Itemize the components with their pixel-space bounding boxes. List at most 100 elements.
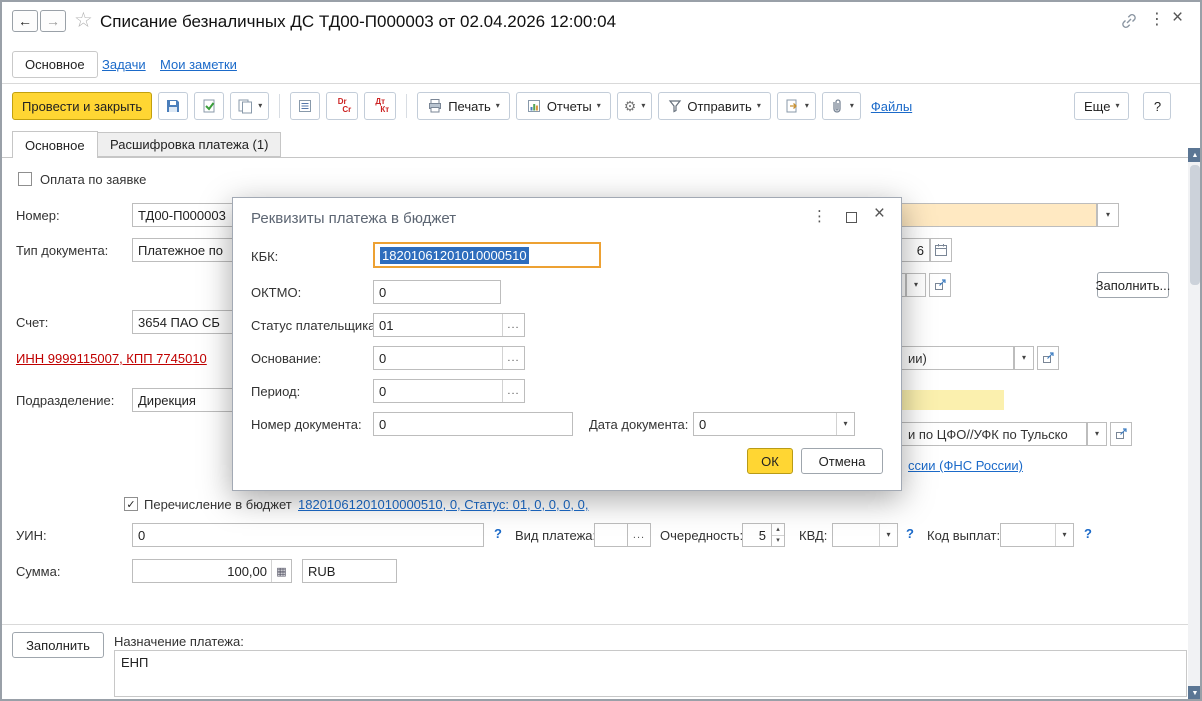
fns-link[interactable]: ссии (ФНС России): [908, 458, 1023, 473]
uin-field[interactable]: 0: [132, 523, 484, 547]
payment-kind-select-button[interactable]: ...: [627, 523, 651, 547]
fill-right-button[interactable]: Заполнить...: [1097, 272, 1169, 298]
basis-select-button[interactable]: ...: [502, 347, 524, 369]
kbk-selected-value: 18201061201010000510: [380, 247, 529, 264]
organization-dropdown-button[interactable]: ▾: [1014, 346, 1034, 370]
recipient-dropdown-button[interactable]: ▾: [1087, 422, 1107, 446]
nav-item-notes[interactable]: Мои заметки: [160, 57, 237, 72]
payout-code-field[interactable]: ▾: [1000, 523, 1074, 547]
send-document-button[interactable]: ▾: [777, 92, 816, 120]
budget-transfer-checkbox[interactable]: ✓: [124, 497, 138, 511]
priority-spinner[interactable]: ▴ ▾: [771, 523, 785, 547]
nav-item-main[interactable]: Основное: [12, 51, 98, 78]
ok-button[interactable]: ОК: [747, 448, 793, 474]
contract-open-button[interactable]: [929, 273, 951, 297]
chevron-down-icon: ▾: [757, 102, 761, 110]
copy-button[interactable]: ▾: [230, 92, 269, 120]
check-icon: ✓: [126, 498, 135, 511]
titlebar-menu-icon[interactable]: ⋮: [1149, 9, 1165, 29]
period-field[interactable]: 0 ...: [373, 379, 525, 403]
kvd-dropdown-button[interactable]: ▾: [879, 524, 897, 546]
files-link[interactable]: Файлы: [871, 99, 912, 114]
inn-kpp-link[interactable]: ИНН 9999115007, КПП 7745010: [16, 351, 207, 366]
get-link-icon[interactable]: [1120, 12, 1138, 30]
kvd-help-icon[interactable]: ?: [906, 526, 914, 541]
save-button[interactable]: [158, 92, 188, 120]
back-button[interactable]: ←: [12, 10, 38, 32]
help-button[interactable]: ?: [1143, 92, 1171, 120]
calculator-button[interactable]: ▦: [271, 560, 291, 582]
post-document-button[interactable]: [194, 92, 224, 120]
doc-date-field[interactable]: 0 ▾: [693, 412, 855, 436]
contract-dropdown-button[interactable]: ▾: [906, 273, 926, 297]
app-window: ← → ☆ Списание безналичных ДС ТД00-П0000…: [0, 0, 1202, 701]
dr-cr-movements-button[interactable]: DrCr: [326, 92, 358, 120]
pay-by-request-checkbox[interactable]: [18, 172, 32, 186]
kbk-field[interactable]: 18201061201010000510: [373, 242, 601, 268]
kvd-field[interactable]: ▾: [832, 523, 898, 547]
dialog-maximize-icon[interactable]: [846, 212, 857, 223]
printer-icon: [427, 98, 443, 114]
currency-field[interactable]: RUB: [302, 559, 397, 583]
scrollbar-thumb[interactable]: [1190, 165, 1200, 285]
fill-purpose-button[interactable]: Заполнить: [12, 632, 104, 658]
payer-status-field[interactable]: 01 ...: [373, 313, 525, 337]
cancel-button[interactable]: Отмена: [801, 448, 883, 474]
settings-button[interactable]: ⚙ ▾: [617, 92, 653, 120]
calendar-button[interactable]: [930, 238, 952, 262]
register-records-button[interactable]: [290, 92, 320, 120]
toolbar-right: Еще ▾ ?: [1074, 92, 1171, 120]
chevron-down-icon: ▾: [641, 102, 645, 110]
payout-code-help-icon[interactable]: ?: [1084, 526, 1092, 541]
more-button[interactable]: Еще ▾: [1074, 92, 1129, 120]
budget-details-link[interactable]: 18201061201010000510, 0, Статус: 01, 0, …: [298, 497, 588, 512]
payer-status-select-button[interactable]: ...: [502, 314, 524, 336]
payout-code-dropdown-button[interactable]: ▾: [1055, 524, 1073, 546]
paperclip-icon: [829, 98, 845, 114]
tab-payment-breakdown[interactable]: Расшифровка платежа (1): [97, 132, 281, 157]
organization-open-button[interactable]: [1037, 346, 1059, 370]
dt-kt-movements-button[interactable]: ДтКт: [364, 92, 396, 120]
purpose-textarea[interactable]: ЕНП: [114, 650, 1187, 697]
chevron-down-icon: ▾: [1095, 430, 1099, 438]
scroll-up-button[interactable]: ▲: [1188, 148, 1202, 162]
chevron-down-icon: ▾: [1062, 531, 1066, 539]
doc-date-dropdown-button[interactable]: ▾: [836, 413, 854, 435]
chevron-down-icon: ▾: [850, 102, 854, 110]
tab-main[interactable]: Основное: [12, 131, 98, 158]
send-button[interactable]: Отправить ▾: [658, 92, 770, 120]
report-chart-icon: [526, 98, 542, 114]
chevron-down-icon: ▾: [496, 102, 500, 110]
purpose-label: Назначение платежа:: [114, 634, 244, 649]
attachments-button[interactable]: ▾: [822, 92, 861, 120]
print-button[interactable]: Печать ▾: [417, 92, 510, 120]
dialog-close-icon[interactable]: ×: [874, 203, 885, 225]
doc-number-label: Номер документа:: [251, 417, 362, 432]
basis-label: Основание:: [251, 351, 321, 366]
priority-field[interactable]: 5: [742, 523, 772, 547]
dt-kt-icon: ДтКт: [371, 98, 389, 114]
forward-button[interactable]: →: [40, 10, 66, 32]
dialog-menu-icon[interactable]: ⋮: [812, 207, 827, 225]
payment-kind-field[interactable]: [594, 523, 628, 547]
chevron-down-icon: ▾: [258, 102, 262, 110]
window-close-icon[interactable]: ×: [1172, 7, 1183, 29]
reports-button[interactable]: Отчеты ▾: [516, 92, 611, 120]
nav-item-tasks[interactable]: Задачи: [102, 57, 146, 72]
scroll-down-button[interactable]: ▼: [1188, 686, 1202, 700]
period-select-button[interactable]: ...: [502, 380, 524, 402]
recipient-open-button[interactable]: [1110, 422, 1132, 446]
doc-date-label: Дата документа:: [589, 417, 688, 432]
doc-number-field[interactable]: 0: [373, 412, 573, 436]
chevron-down-icon: ▾: [886, 531, 890, 539]
counterparty-dropdown-button[interactable]: ▾: [1097, 203, 1119, 227]
uin-help-icon[interactable]: ?: [494, 526, 502, 541]
basis-field[interactable]: 0 ...: [373, 346, 525, 370]
post-and-close-button[interactable]: Провести и закрыть: [12, 92, 152, 120]
favorite-star-icon[interactable]: ☆: [74, 8, 93, 33]
kvd-label: КВД:: [799, 528, 827, 543]
tab-strip-line: [2, 157, 1188, 158]
chevron-down-icon: ▾: [597, 102, 601, 110]
amount-field[interactable]: 100,00 ▦: [132, 559, 292, 583]
oktmo-field[interactable]: 0: [373, 280, 501, 304]
